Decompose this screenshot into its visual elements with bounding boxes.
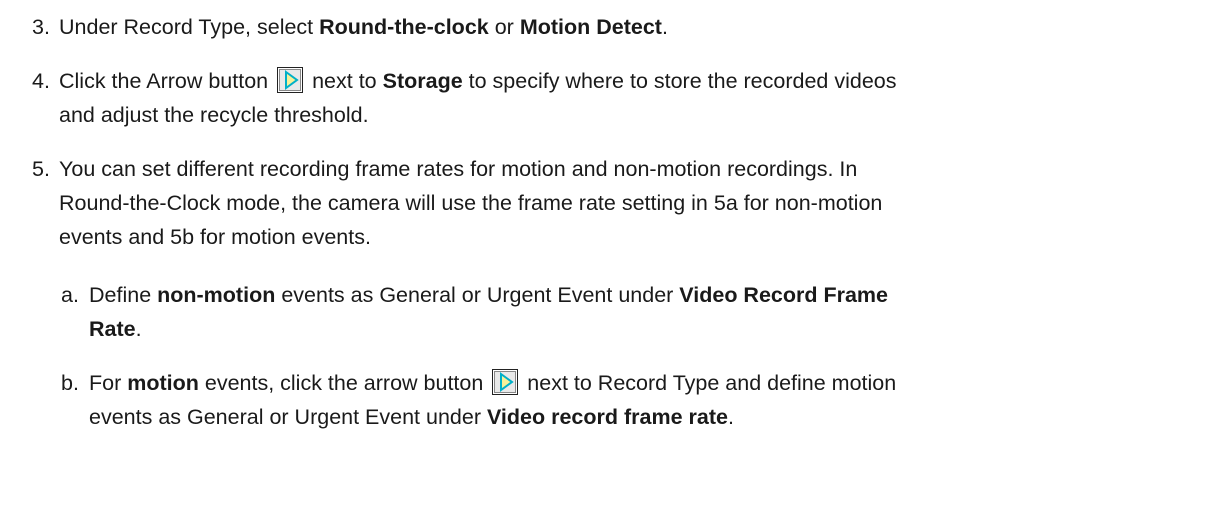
substep-text: Define non-motion events as General or U…	[89, 278, 1179, 346]
bold-term: Storage	[382, 69, 463, 93]
text: .	[135, 317, 142, 341]
step-text: Under Record Type, select Round-the-cloc…	[59, 10, 1199, 44]
text: events as General or Urgent Event under	[275, 283, 680, 307]
text: next to Record Type and define motion	[527, 371, 897, 395]
arrow-right-button-icon	[492, 369, 519, 395]
text: to specify where to store the recorded v…	[462, 69, 897, 93]
substep-text: For motion events, click the arrow butto…	[89, 366, 1179, 434]
step-number: 3.	[32, 15, 50, 39]
step-number: 5.	[32, 157, 50, 181]
line-1: For motion events, click the arrow butto…	[89, 366, 1179, 400]
text: Click the Arrow button	[59, 69, 269, 93]
step-5a: a. Define non-motion events as General o…	[61, 278, 1191, 350]
line-2: Round-the-Clock mode, the camera will us…	[59, 191, 883, 215]
line-3: events and 5b for motion events.	[59, 225, 371, 249]
step-4: 4. Click the Arrow button next to Storag…	[32, 64, 1202, 140]
bold-term: Video record frame rate	[486, 405, 728, 429]
bold-term: Motion Detect	[519, 15, 662, 39]
line-2: and adjust the recycle threshold.	[59, 103, 369, 127]
step-5: 5. You can set different recording frame…	[32, 152, 1202, 262]
text: .	[661, 15, 668, 39]
text: Under Record Type, select	[59, 15, 320, 39]
text: .	[727, 405, 734, 429]
bold-term: Round-the-clock	[319, 15, 489, 39]
step-number: 4.	[32, 69, 50, 93]
line-1: Define non-motion events as General or U…	[89, 278, 1179, 312]
text: events as General or Urgent Event under	[89, 405, 487, 429]
text: events, click the arrow button	[198, 371, 484, 395]
step-text: Click the Arrow button next to Storage t…	[59, 64, 1199, 132]
bold-term: motion	[127, 371, 199, 395]
text: next to	[312, 69, 383, 93]
line-1: You can set different recording frame ra…	[59, 157, 858, 181]
substep-letter: b.	[61, 371, 79, 395]
text: Define	[89, 283, 158, 307]
bold-term: non-motion	[157, 283, 276, 307]
substep-letter: a.	[61, 283, 79, 307]
line-2: Rate.	[89, 312, 1179, 346]
bold-term: Rate	[89, 317, 136, 341]
line-2: events as General or Urgent Event under …	[89, 400, 1179, 434]
step-3: 3. Under Record Type, select Round-the-c…	[32, 10, 1202, 44]
bold-term: Video Record Frame	[679, 283, 888, 307]
text: For	[89, 371, 128, 395]
line-1: Click the Arrow button next to Storage t…	[59, 64, 1199, 98]
arrow-right-button-icon	[277, 67, 304, 93]
step-5b: b. For motion events, click the arrow bu…	[61, 366, 1191, 438]
step-text: You can set different recording frame ra…	[59, 152, 1199, 254]
text: or	[488, 15, 520, 39]
